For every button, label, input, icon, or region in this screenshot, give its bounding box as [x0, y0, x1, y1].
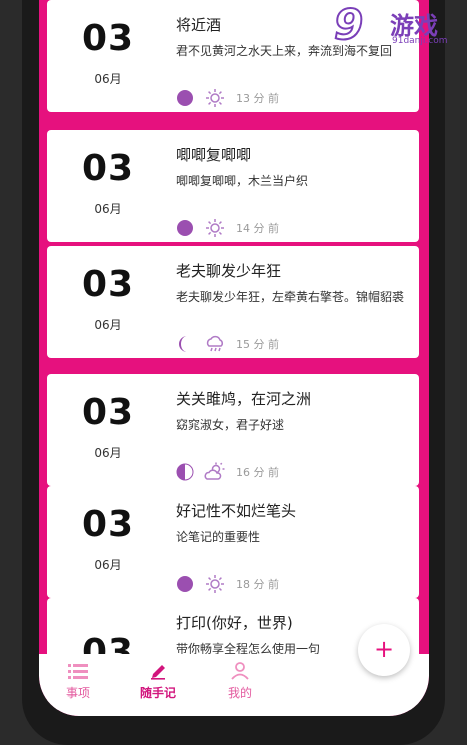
note-meta: 16 分 前 — [176, 462, 279, 482]
cloud-rain-icon — [206, 335, 224, 352]
note-meta: 18 分 前 — [176, 574, 279, 594]
note-meta: 14 分 前 — [176, 218, 279, 238]
tab-label: 我的 — [227, 686, 252, 700]
tab-label: 事项 — [65, 686, 90, 700]
note-day: 03 — [81, 392, 135, 433]
note-day: 03 — [81, 148, 135, 189]
note-time: 18 分 前 — [236, 578, 279, 591]
sun-icon — [206, 575, 224, 593]
mood-half-moon-icon — [176, 463, 194, 481]
note-body: 窈窕淑女，君子好逑 — [176, 418, 285, 432]
mood-crescent-moon-icon — [179, 336, 187, 352]
mood-full-moon-icon — [177, 220, 193, 236]
tab-items[interactable]: 事项 — [43, 662, 113, 701]
note-title: 关关雎鸠，在河之洲 — [176, 390, 312, 408]
note-body: 唧唧复唧唧，木兰当户织 — [176, 174, 309, 188]
note-month: 06月 — [94, 446, 122, 460]
note-month: 06月 — [94, 318, 122, 332]
note-time: 13 分 前 — [236, 92, 279, 105]
mood-full-moon-icon — [177, 90, 193, 106]
sun-cloud-icon — [204, 462, 225, 480]
note-card[interactable]: 03 06月 唧唧复唧唧 唧唧复唧唧，木兰当户织 14 分 前 — [47, 130, 419, 242]
user-icon — [231, 662, 249, 680]
note-time: 14 分 前 — [236, 222, 279, 235]
tab-label: 随手记 — [139, 686, 176, 700]
note-card[interactable]: 03 06月 关关雎鸠，在河之洲 窈窕淑女，君子好逑 16 分 前 — [47, 374, 419, 486]
note-body: 老夫聊发少年狂，左牵黄右擎苍。锦帽貂裘 — [176, 290, 405, 304]
sun-icon — [206, 219, 224, 237]
note-day: 03 — [81, 264, 135, 305]
app-screen: 03 06月 将近酒 君不见黄河之水天上来，奔流到海不复回 13 分 前 03 … — [39, 0, 429, 716]
note-month: 06月 — [94, 202, 122, 216]
add-note-button[interactable]: + — [358, 624, 410, 676]
note-time: 15 分 前 — [236, 338, 279, 351]
note-title: 好记性不如烂笔头 — [176, 502, 297, 520]
watermark-url: 91danji.com — [392, 36, 448, 46]
note-title: 将近酒 — [176, 16, 222, 34]
mood-full-moon-icon — [177, 576, 193, 592]
tab-quick-notes[interactable]: 随手记 — [123, 662, 193, 701]
watermark-logo: 9 游戏 91danji.com — [333, 0, 464, 52]
note-body: 论笔记的重要性 — [176, 530, 261, 544]
sun-icon — [206, 89, 224, 107]
list-icon — [68, 664, 88, 679]
note-month: 06月 — [94, 558, 122, 572]
note-meta: 15 分 前 — [176, 334, 279, 354]
note-title: 唧唧复唧唧 — [176, 146, 252, 164]
note-month: 06月 — [94, 72, 122, 86]
note-day: 03 — [81, 504, 135, 545]
watermark-number: 9 — [333, 0, 364, 50]
pen-icon — [151, 665, 165, 680]
note-day: 03 — [81, 18, 135, 59]
tab-mine[interactable]: 我的 — [205, 662, 275, 701]
note-title: 打印(你好，世界) — [176, 614, 293, 632]
note-time: 16 分 前 — [236, 466, 279, 479]
note-title: 老夫聊发少年狂 — [176, 262, 282, 280]
note-meta: 13 分 前 — [176, 88, 279, 108]
note-card[interactable]: 03 06月 老夫聊发少年狂 老夫聊发少年狂，左牵黄右擎苍。锦帽貂裘 15 分 … — [47, 246, 419, 358]
note-card[interactable]: 03 06月 好记性不如烂笔头 论笔记的重要性 18 分 前 — [47, 486, 419, 598]
